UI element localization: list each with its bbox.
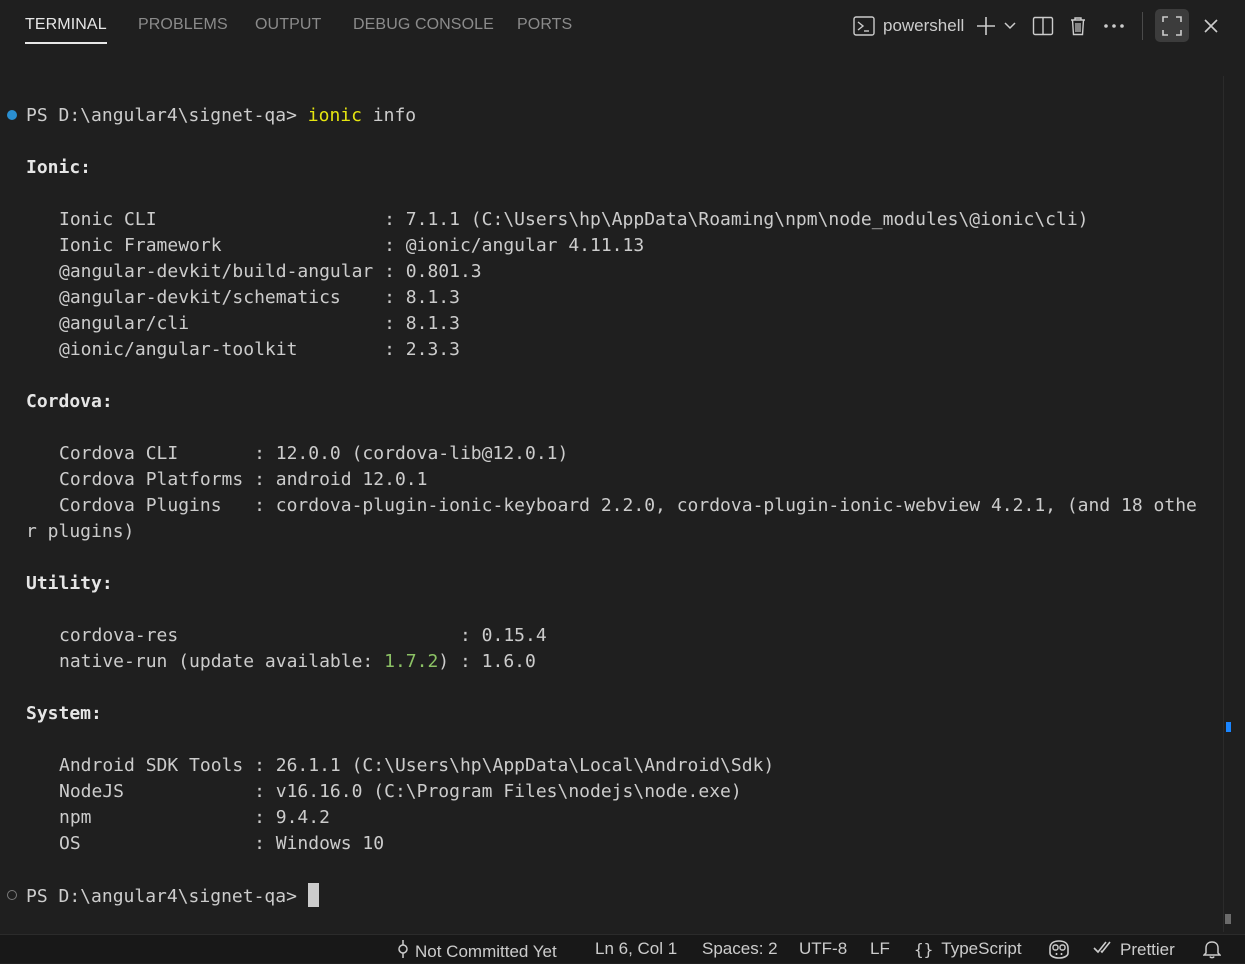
- output-line: cordova-res : 0.15.4: [59, 625, 547, 646]
- eol-label: LF: [870, 939, 890, 958]
- output-line: @angular/cli : 8.1.3: [59, 313, 460, 334]
- braces-icon: {}: [914, 939, 934, 959]
- git-blame-label: Not Committed Yet: [415, 941, 557, 961]
- scrollbar-thumb[interactable]: [1225, 914, 1231, 924]
- command-line: PS D:\angular4\signet-qa> ionic info: [26, 103, 416, 129]
- language-mode-status[interactable]: {} TypeScript: [914, 939, 1022, 959]
- output-line: @angular-devkit/schematics : 8.1.3: [59, 287, 460, 308]
- close-icon: [1203, 18, 1219, 34]
- terminal-dropdown-button[interactable]: [1001, 10, 1019, 42]
- prompt-decoration[interactable]: [7, 890, 17, 900]
- git-commit-icon: [396, 939, 415, 964]
- output-line: NodeJS : v16.16.0 (C:\Program Files\node…: [59, 781, 742, 802]
- output-line-wrap: r plugins): [26, 521, 135, 542]
- section-header-cordova: Cordova:: [26, 391, 113, 412]
- terminal-cursor: [307, 883, 319, 907]
- double-check-icon: [1093, 939, 1120, 960]
- new-terminal-button[interactable]: [974, 10, 998, 42]
- trash-icon: [1069, 16, 1087, 36]
- output-line: Ionic Framework : @ionic/angular 4.11.13: [59, 235, 645, 256]
- tab-terminal[interactable]: TERMINAL: [25, 16, 107, 44]
- tab-problems[interactable]: PROBLEMS: [138, 16, 228, 34]
- eol-status[interactable]: LF: [870, 939, 890, 959]
- close-panel-button[interactable]: [1200, 10, 1222, 42]
- input-line[interactable]: PS D:\angular4\signet-qa>: [26, 883, 319, 909]
- command-success-decoration[interactable]: [7, 110, 17, 120]
- cursor-position-label: Ln 6, Col 1: [595, 939, 678, 958]
- bell-icon: [1202, 939, 1226, 964]
- update-version: 1.7.2: [384, 651, 439, 672]
- output-text: native-run (update available:: [59, 651, 385, 672]
- output-line: Cordova Platforms : android 12.0.1: [59, 469, 428, 490]
- copilot-status[interactable]: [1047, 939, 1076, 964]
- output-line: native-run (update available: 1.7.2) : 1…: [59, 649, 536, 675]
- command-args: info: [361, 105, 417, 126]
- output-text: ) : 1.6.0: [438, 651, 536, 672]
- git-blame-status[interactable]: Not Committed Yet: [396, 939, 557, 964]
- tab-debug-console[interactable]: DEBUG CONSOLE: [353, 16, 494, 34]
- section-header-utility: Utility:: [26, 573, 113, 594]
- indentation-label: Spaces: 2: [702, 939, 778, 958]
- split-icon: [1032, 16, 1054, 36]
- output-line: npm : 9.4.2: [59, 807, 330, 828]
- more-actions-button[interactable]: [1102, 10, 1126, 42]
- maximize-panel-button[interactable]: [1155, 9, 1189, 42]
- encoding-status[interactable]: UTF-8: [799, 939, 847, 959]
- language-mode-label: TypeScript: [941, 939, 1022, 958]
- kill-terminal-button[interactable]: [1066, 10, 1090, 42]
- cursor-position[interactable]: Ln 6, Col 1: [595, 939, 677, 959]
- chevron-down-icon: [1003, 21, 1017, 31]
- output-line: @ionic/angular-toolkit : 2.3.3: [59, 339, 460, 360]
- prompt: PS D:\angular4\signet-qa>: [26, 105, 308, 126]
- maximize-icon: [1162, 15, 1182, 36]
- notifications-button[interactable]: [1202, 939, 1226, 964]
- terminal-icon: [853, 16, 875, 36]
- scrollbar-marker: [1226, 722, 1231, 732]
- command-name: ionic: [307, 105, 362, 126]
- prettier-label: Prettier: [1120, 939, 1175, 959]
- output-line: OS : Windows 10: [59, 833, 385, 854]
- terminal-output[interactable]: PS D:\angular4\signet-qa> ionic info Ion…: [0, 56, 1222, 932]
- status-bar: Not Committed Yet Ln 6, Col 1 Spaces: 2 …: [0, 934, 1245, 963]
- terminal-scrollbar[interactable]: [1223, 76, 1245, 932]
- output-line: Cordova CLI : 12.0.0 (cordova-lib@12.0.1…: [59, 443, 569, 464]
- tab-output[interactable]: OUTPUT: [255, 16, 321, 34]
- output-line: Cordova Plugins : cordova-plugin-ionic-k…: [59, 495, 1197, 516]
- tab-ports[interactable]: PORTS: [517, 16, 572, 34]
- panel-header: TERMINAL PROBLEMS OUTPUT DEBUG CONSOLE P…: [0, 0, 1245, 54]
- output-line: @angular-devkit/build-angular : 0.801.3: [59, 261, 482, 282]
- ellipsis-icon: [1103, 23, 1125, 29]
- split-terminal-button[interactable]: [1031, 10, 1055, 42]
- output-line: Ionic CLI : 7.1.1 (C:\Users\hp\AppData\R…: [59, 209, 1089, 230]
- copilot-icon: [1047, 939, 1076, 964]
- encoding-label: UTF-8: [799, 939, 848, 958]
- toolbar-divider: [1142, 12, 1143, 40]
- indentation-status[interactable]: Spaces: 2: [702, 939, 778, 959]
- output-line: Android SDK Tools : 26.1.1 (C:\Users\hp\…: [59, 755, 775, 776]
- prompt: PS D:\angular4\signet-qa>: [26, 886, 308, 907]
- section-header-system: System:: [26, 703, 102, 724]
- terminal-profile-button[interactable]: powershell: [853, 10, 964, 42]
- terminal-profile-label: powershell: [883, 16, 965, 35]
- prettier-status[interactable]: Prettier: [1093, 939, 1175, 960]
- section-header-ionic: Ionic:: [26, 157, 92, 178]
- plus-icon: [976, 16, 996, 36]
